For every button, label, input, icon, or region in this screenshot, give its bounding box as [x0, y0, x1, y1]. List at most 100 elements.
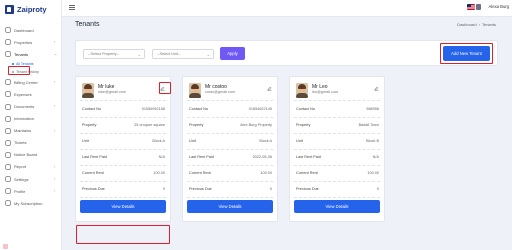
card-icon [5, 200, 11, 207]
info-value: 100.00 [153, 171, 165, 175]
topbar: Alexa Burg [62, 0, 512, 17]
sidebar-item[interactable]: Maintains › [0, 125, 62, 137]
divider [187, 197, 273, 198]
info-value: 0 [376, 187, 379, 191]
avatar[interactable] [476, 4, 481, 10]
tenant-photo [296, 83, 308, 98]
property-select[interactable]: --Select Property-- ⌄ [83, 49, 145, 59]
info-row: Unit Block A [82, 137, 165, 145]
info-row: Current Rent 100.00 [189, 169, 272, 177]
sidebar-item-label: Notice Board [14, 152, 38, 158]
sidebar-item[interactable]: Notice Board [0, 149, 62, 161]
info-value: Block A [259, 139, 272, 143]
users-icon [5, 51, 11, 57]
sidebar-item[interactable]: Properties › [0, 36, 62, 48]
divider [80, 197, 166, 198]
sidebar-item[interactable]: Tickets [0, 137, 62, 149]
divider [80, 165, 166, 166]
sidebar: Zaiproty Dashboard Properties › Tenants ⌄ All… [0, 0, 62, 250]
chevron-down-icon: ⌄ [206, 52, 210, 57]
info-row: Property 25 croquer square [82, 121, 165, 129]
unit-select[interactable]: --Select Unit-- ⌄ [152, 49, 214, 59]
chevron-right-icon: › [54, 79, 56, 85]
info-label: Current Rent [296, 171, 318, 175]
info-row: Contact No 01854622145 [189, 105, 272, 113]
info-label: Last Rent Paid [189, 155, 214, 159]
info-label: Current Rent [189, 171, 211, 175]
divider [80, 100, 166, 101]
sidebar-item[interactable]: My Subscription [0, 197, 62, 209]
breadcrumb-current: Tenants [481, 22, 496, 27]
brand[interactable]: Zaiproty [5, 3, 47, 15]
divider [294, 133, 380, 134]
edit-icon[interactable] [267, 86, 272, 91]
info-value: N/A [158, 155, 165, 159]
divider [187, 149, 273, 150]
info-value: 100.00 [260, 171, 272, 175]
info-value: Badall Town [358, 123, 379, 127]
sidebar-item[interactable]: Report › [0, 161, 62, 173]
info-row: Previous Due 0 [82, 185, 165, 193]
menu-toggle-icon[interactable] [69, 5, 75, 11]
sidebar-nav: Dashboard Properties › Tenants ⌄ All Tenants T… [0, 24, 62, 209]
footer-badge-icon [3, 244, 8, 249]
highlight-all-tenants [8, 66, 30, 75]
sidebar-item-label: Maintains [14, 128, 32, 134]
user-menu[interactable]: Alexa Burg [489, 4, 509, 10]
info-label: Previous Due [189, 187, 212, 191]
divider [80, 133, 166, 134]
info-row: Previous Due 0 [189, 185, 272, 193]
info-label: Current Rent [82, 171, 104, 175]
info-row: Property Badall Town [296, 121, 379, 129]
view-details-button[interactable]: View Details [187, 200, 273, 213]
divider [187, 133, 273, 134]
sidebar-item[interactable]: Billing Center › [0, 76, 62, 88]
sidebar-item-label: Settings [14, 176, 29, 182]
tenant-card: Mr costoo costo@gmail.com Contact No 018546… [182, 76, 278, 222]
divider [294, 181, 380, 182]
sidebar-item-label: Billing Center [14, 79, 38, 85]
info-row: Contact No 568956 [296, 105, 379, 113]
tenant-photo [82, 83, 94, 98]
sidebar-item[interactable]: Dashboard [0, 24, 62, 36]
bullet-icon [12, 63, 14, 66]
gear-icon [5, 176, 11, 182]
sidebar-item[interactable]: Expenses [0, 88, 62, 100]
info-value: N/A [372, 155, 379, 159]
info-label: Property [296, 123, 311, 127]
info-value: 25 croquer square [134, 123, 165, 127]
sidebar-item[interactable]: Settings › [0, 173, 62, 185]
sidebar-item[interactable]: Information [0, 113, 62, 125]
breadcrumb-dashboard[interactable]: Dashboard [457, 22, 477, 27]
info-row: Unit Block B [296, 137, 379, 145]
chevron-down-icon: ⌄ [54, 51, 58, 57]
view-details-button[interactable]: View Details [294, 200, 380, 213]
info-row: Last Rent Paid 2022-05-06 [189, 153, 272, 161]
brand-name: Zaiproty [17, 4, 47, 14]
sidebar-item[interactable]: Documents › [0, 100, 62, 112]
edit-icon[interactable] [374, 86, 379, 91]
info-row: Previous Due 0 [296, 185, 379, 193]
info-label: Last Rent Paid [82, 155, 107, 159]
info-label: Contact No [189, 107, 208, 111]
view-details-button[interactable]: View Details [80, 200, 166, 213]
tenant-card: Mr Leo leo@gmail.com Contact No 568956 Prope… [289, 76, 385, 222]
info-label: Unit [189, 139, 196, 143]
property-select-value: --Select Property-- [88, 52, 120, 56]
info-label: Property [189, 123, 204, 127]
highlight-edit [159, 82, 171, 94]
divider [294, 149, 380, 150]
info-value: 0 [269, 187, 272, 191]
info-label: Previous Due [296, 187, 319, 191]
sidebar-item-label: Documents [14, 104, 35, 110]
us-flag-icon[interactable] [467, 4, 475, 10]
info-icon [5, 115, 11, 122]
info-value: Block A [152, 139, 165, 143]
info-row: Current Rent 100.00 [82, 169, 165, 177]
chevron-right-icon: › [54, 127, 56, 133]
divider [294, 165, 380, 166]
apply-button[interactable]: Apply [220, 47, 245, 60]
sidebar-item[interactable]: Profile › [0, 185, 62, 197]
divider [80, 181, 166, 182]
sidebar-item[interactable]: Tenants ⌄ [0, 48, 62, 60]
